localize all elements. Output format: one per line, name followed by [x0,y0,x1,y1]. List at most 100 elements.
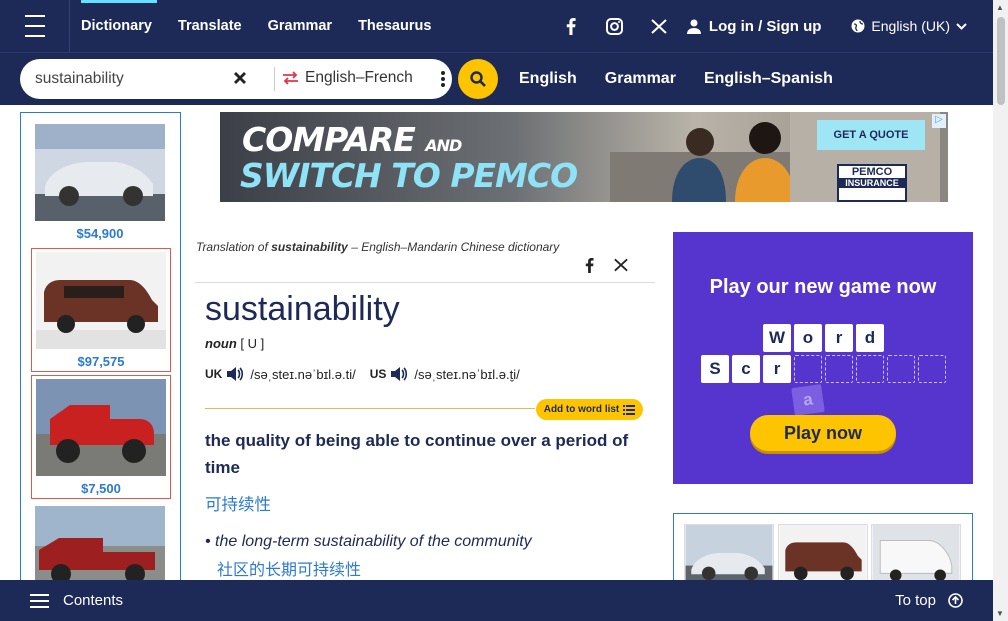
x-icon[interactable] [637,0,681,52]
pronunciation: UK /səˌsteɪ.nəˈbɪl.ə.ti/ US /səˌsteɪ.nəˈ… [205,366,534,382]
empty-tile [887,355,915,383]
facebook-icon[interactable] [549,0,593,52]
nav-grammar[interactable]: Grammar [257,0,347,52]
page-scrollbar[interactable]: ▲ ▼ [993,0,1008,621]
top-right-tools: Log in / Sign up English (UK) [549,0,993,52]
game-ad-title: Play our new game now [709,276,937,298]
quick-links: English Grammar English–Spanish [519,70,861,88]
language-label: English (UK) [871,18,950,34]
example-sentence: • the long-term sustainability of the co… [205,533,532,550]
dictionary-pair-label: English–French [305,69,413,86]
sense-divider [205,408,535,409]
to-top-label: To top [895,592,936,609]
chevron-down-icon [956,22,967,30]
share-buttons [585,258,628,273]
uk-label: UK [205,367,223,381]
letter-tile: d [856,324,884,352]
search-icon [470,71,486,87]
globe-icon [851,19,865,33]
nav-dictionary[interactable]: Dictionary [70,0,167,52]
car-image [35,124,165,221]
adchoices-icon[interactable]: ▷ [932,114,946,128]
car-ad-4[interactable] [31,503,171,581]
menu-button[interactable] [0,0,70,52]
car-ad-3[interactable]: $7,500 [31,375,171,499]
empty-tile [918,355,946,383]
search-bar: English–French English Grammar English–S… [0,52,993,105]
search-divider [274,67,275,91]
banner-headline-1: COMPARE AND [242,120,462,159]
nav-thesaurus[interactable]: Thesaurus [347,0,446,52]
part-of-speech: noun [ U ] [205,336,265,351]
scroll-up-arrow-icon[interactable]: ▲ [996,3,1004,12]
uk-audio-speaker-icon[interactable] [226,366,244,382]
translation-source: Translation of sustainability – English–… [196,240,560,254]
quick-link-grammar[interactable]: Grammar [605,70,676,88]
facebook-share-icon[interactable] [585,258,594,273]
get-a-quote-button[interactable]: GET A QUOTE [817,120,925,150]
scroll-down-arrow-icon[interactable]: ▼ [996,609,1004,618]
us-label: US [369,367,387,381]
divider [195,282,655,283]
car-image [36,252,166,349]
car-thumbnail[interactable] [778,524,868,584]
letter-tile: S [701,355,729,383]
definition: the quality of being able to continue ov… [205,431,629,477]
empty-tile [825,355,853,383]
us-audio-speaker-icon[interactable] [390,366,408,382]
search-box: English–French [20,59,452,99]
top-navigation-bar: Dictionary Translate Grammar Thesaurus L… [0,0,993,52]
user-icon [686,19,701,34]
letter-tile: r [825,324,853,352]
hamburger-icon [24,11,45,41]
bottom-bar: Contents To top [0,580,993,621]
car-ad-1[interactable]: $54,900 [31,121,171,245]
letter-tile: r [763,355,791,383]
instagram-icon[interactable] [593,0,637,52]
main-nav: Dictionary Translate Grammar Thesaurus [70,0,446,52]
car-thumbnail[interactable] [684,524,774,584]
x-share-icon[interactable] [614,258,628,272]
search-input[interactable] [35,70,225,88]
arrow-up-circle-icon [948,593,963,608]
empty-tile [794,355,822,383]
car-ad-2[interactable]: $97,575 [31,248,171,372]
definition-translation: 可持续性 [205,496,271,514]
banner-ad[interactable]: COMPARE AND SWITCH TO PEMCO GET A QUOTE … [220,112,948,202]
quick-link-english-spanish[interactable]: English–Spanish [704,70,833,88]
pemco-logo: PEMCO INSURANCE [837,164,907,202]
us-ipa: /səˌsteɪ.nəˈbɪl.ə.t̬i/ [414,366,520,382]
add-to-word-list-label: Add to word list [543,404,620,415]
more-options-icon[interactable] [440,70,446,88]
language-selector[interactable]: English (UK) [851,18,967,34]
list-icon [623,404,636,415]
empty-tile [856,355,884,383]
contents-label: Contents [63,592,124,609]
scroll-thumb[interactable] [997,17,1005,105]
game-ad[interactable]: Play our new game now W o r d S c r a Pl… [673,232,973,484]
car-price: $7,500 [81,481,121,496]
login-link[interactable]: Log in / Sign up [686,17,822,35]
dictionary-selector[interactable]: English–French [282,69,413,87]
quick-link-english[interactable]: English [519,70,577,88]
add-to-word-list-button[interactable]: Add to word list [536,399,643,420]
left-car-ads[interactable]: $54,900 $97,575 $7,500 [20,112,181,582]
to-top-button[interactable]: To top [895,592,963,609]
car-price: $97,575 [77,354,125,369]
car-image [35,506,165,581]
play-now-button[interactable]: Play now [750,415,896,451]
search-button[interactable] [458,59,498,99]
letter-tile: W [763,324,791,352]
uk-ipa: /səˌsteɪ.nəˈbɪl.ə.ti/ [250,366,356,382]
contents-button[interactable]: Contents [30,592,123,609]
clear-search-icon[interactable] [233,71,247,85]
car-price: $54,900 [76,226,124,241]
car-thumbnail[interactable] [871,524,961,584]
nav-translate[interactable]: Translate [167,0,257,52]
hamburger-icon [30,593,49,608]
login-label: Log in / Sign up [708,17,822,35]
letter-tile: c [732,355,760,383]
car-image [36,379,166,476]
banner-headline-2: SWITCH TO PEMCO [240,156,578,195]
letter-tile: o [794,324,822,352]
